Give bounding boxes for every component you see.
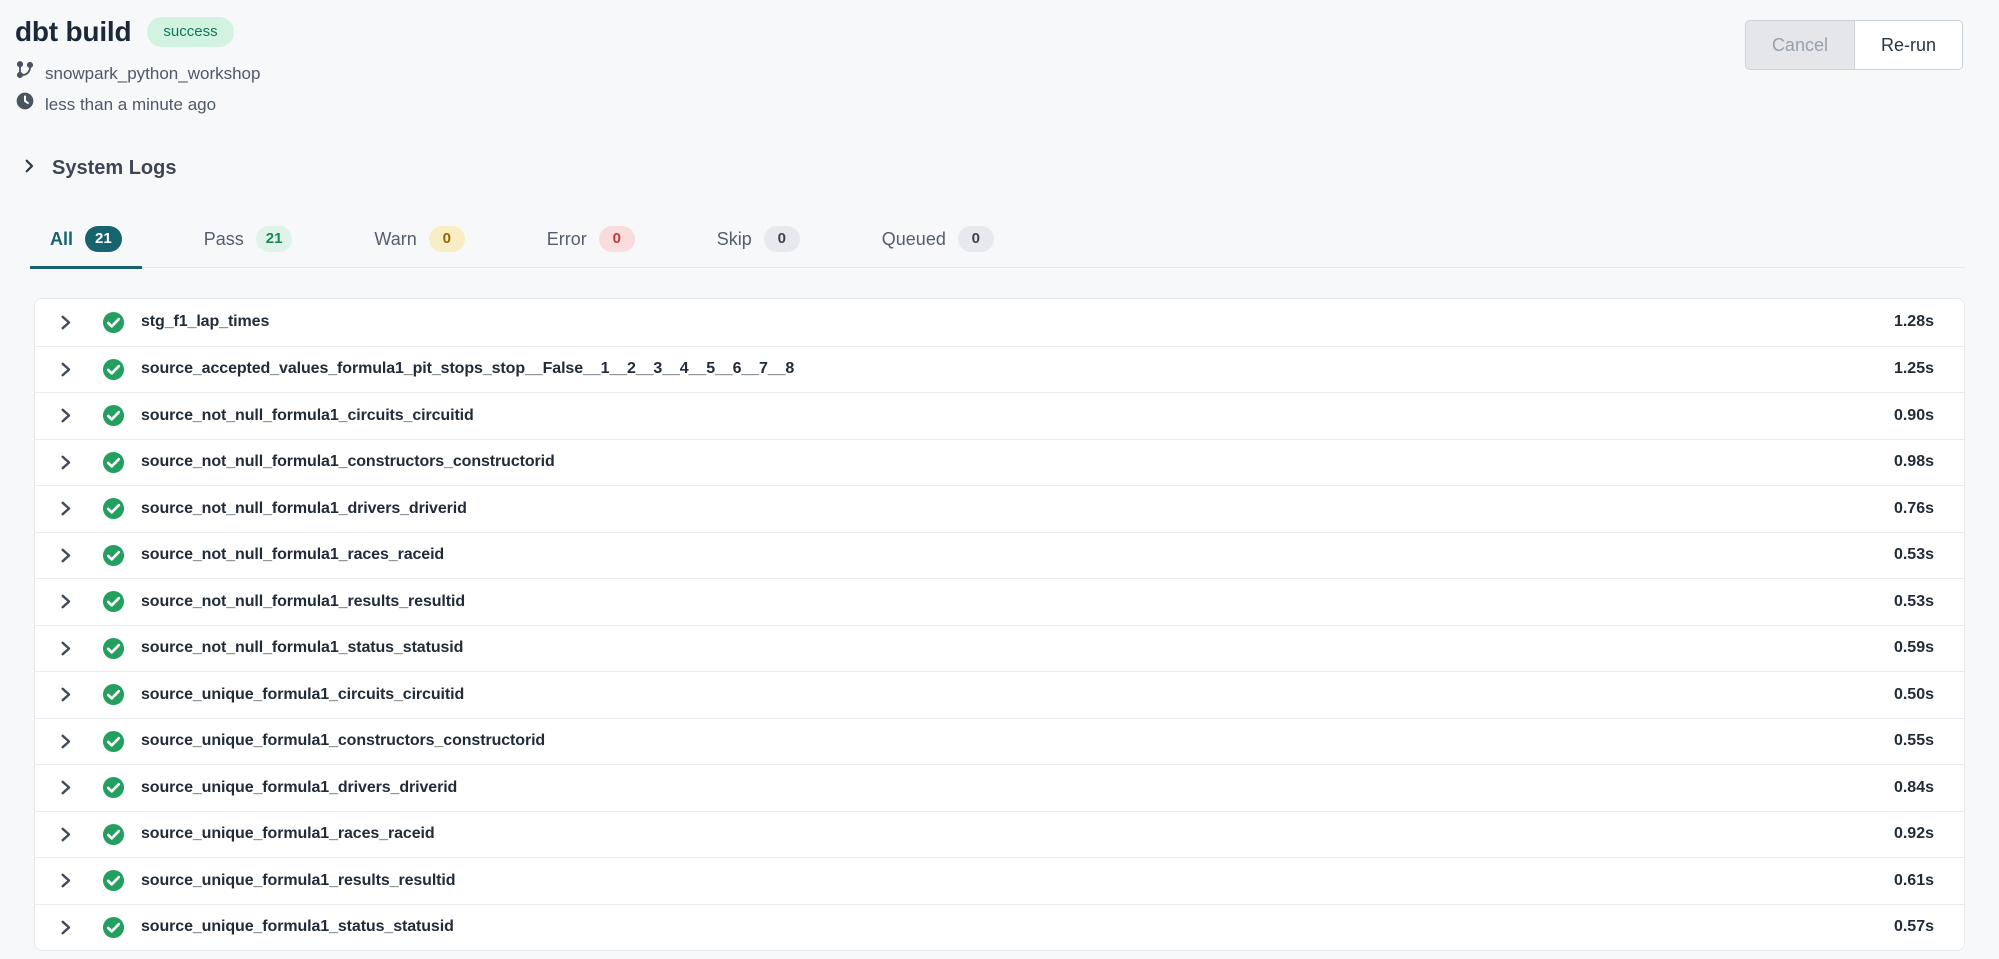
chevron-right-icon[interactable] [57, 872, 74, 889]
tab-count-badge: 0 [599, 226, 635, 252]
result-name: source_not_null_formula1_constructors_co… [141, 453, 1894, 471]
result-row[interactable]: source_not_null_formula1_results_resulti… [35, 578, 1964, 625]
result-name: source_not_null_formula1_drivers_driveri… [141, 500, 1894, 518]
check-circle-icon [102, 916, 125, 939]
result-duration: 0.55s [1894, 732, 1934, 750]
check-circle-icon [102, 451, 125, 474]
status-filter-tabs: All 21 Pass 21 Warn 0 Error 0 Skip 0 Que… [30, 214, 1965, 268]
check-circle-icon [102, 311, 125, 334]
check-circle-icon [102, 776, 125, 799]
result-name: source_not_null_formula1_circuits_circui… [141, 407, 1894, 425]
chevron-right-icon[interactable] [57, 733, 74, 750]
tab-count-badge: 21 [256, 226, 293, 252]
check-circle-icon [102, 497, 125, 520]
tab-all[interactable]: All 21 [30, 214, 142, 269]
result-name: source_accepted_values_formula1_pit_stop… [141, 360, 1894, 378]
chevron-right-icon[interactable] [57, 686, 74, 703]
check-circle-icon [102, 404, 125, 427]
result-duration: 0.53s [1894, 593, 1934, 611]
result-row[interactable]: source_not_null_formula1_constructors_co… [35, 439, 1964, 486]
result-name: source_not_null_formula1_results_resulti… [141, 593, 1894, 611]
tab-count-badge: 0 [764, 226, 800, 252]
chevron-right-icon[interactable] [57, 407, 74, 424]
run-header: dbt build success snowpark_python_worksh… [0, 0, 1999, 117]
chevron-right-icon[interactable] [57, 779, 74, 796]
result-row[interactable]: source_unique_formula1_results_resultid … [35, 857, 1964, 904]
chevron-right-icon[interactable] [57, 314, 74, 331]
result-duration: 0.76s [1894, 500, 1934, 518]
run-actions: Cancel Re-run [1745, 20, 1963, 70]
result-row[interactable]: source_unique_formula1_races_raceid 0.92… [35, 811, 1964, 858]
clock-icon [15, 91, 35, 117]
time-ago: less than a minute ago [45, 93, 216, 116]
check-circle-icon [102, 683, 125, 706]
check-circle-icon [102, 869, 125, 892]
check-circle-icon [102, 637, 125, 660]
tab-skip[interactable]: Skip 0 [697, 214, 820, 269]
tab-count-badge: 0 [429, 226, 465, 252]
result-duration: 0.53s [1894, 546, 1934, 564]
result-duration: 0.61s [1894, 872, 1934, 890]
results-list: stg_f1_lap_times 1.28s source_accepted_v… [34, 298, 1965, 951]
result-row[interactable]: source_not_null_formula1_races_raceid 0.… [35, 532, 1964, 579]
system-logs-toggle[interactable]: System Logs [20, 157, 1999, 180]
tab-queued[interactable]: Queued 0 [862, 214, 1014, 269]
result-name: source_unique_formula1_status_statusid [141, 918, 1894, 936]
chevron-right-icon[interactable] [57, 826, 74, 843]
rerun-button[interactable]: Re-run [1855, 21, 1962, 69]
result-row[interactable]: source_accepted_values_formula1_pit_stop… [35, 346, 1964, 393]
tab-error[interactable]: Error 0 [527, 214, 655, 269]
chevron-right-icon[interactable] [57, 640, 74, 657]
result-duration: 0.57s [1894, 918, 1934, 936]
page-title: dbt build [15, 16, 131, 48]
chevron-right-icon[interactable] [57, 361, 74, 378]
result-name: source_not_null_formula1_status_statusid [141, 639, 1894, 657]
result-row[interactable]: source_unique_formula1_circuits_circuiti… [35, 671, 1964, 718]
result-name: source_unique_formula1_races_raceid [141, 825, 1894, 843]
chevron-right-icon [20, 157, 38, 180]
status-badge: success [147, 17, 233, 47]
branch-name: snowpark_python_workshop [45, 62, 260, 85]
time-row: less than a minute ago [15, 91, 1963, 117]
result-name: source_not_null_formula1_races_raceid [141, 546, 1894, 564]
chevron-right-icon[interactable] [57, 919, 74, 936]
branch-row: snowpark_python_workshop [15, 60, 1963, 86]
system-logs-label: System Logs [52, 157, 176, 180]
result-duration: 1.28s [1894, 313, 1934, 331]
tab-count-badge: 21 [85, 226, 122, 252]
result-row[interactable]: stg_f1_lap_times 1.28s [35, 299, 1964, 346]
result-duration: 1.25s [1894, 360, 1934, 378]
result-name: source_unique_formula1_results_resultid [141, 872, 1894, 890]
check-circle-icon [102, 358, 125, 381]
result-name: source_unique_formula1_constructors_cons… [141, 732, 1894, 750]
tab-pass[interactable]: Pass 21 [184, 214, 313, 269]
result-row[interactable]: source_unique_formula1_drivers_driverid … [35, 764, 1964, 811]
result-name: source_unique_formula1_drivers_driverid [141, 779, 1894, 797]
result-row[interactable]: source_unique_formula1_status_statusid 0… [35, 904, 1964, 951]
result-duration: 0.84s [1894, 779, 1934, 797]
result-duration: 0.59s [1894, 639, 1934, 657]
result-row[interactable]: source_not_null_formula1_status_statusid… [35, 625, 1964, 672]
result-name: stg_f1_lap_times [141, 313, 1894, 331]
check-circle-icon [102, 590, 125, 613]
result-row[interactable]: source_not_null_formula1_circuits_circui… [35, 392, 1964, 439]
check-circle-icon [102, 823, 125, 846]
result-duration: 0.50s [1894, 686, 1934, 704]
result-duration: 0.92s [1894, 825, 1934, 843]
cancel-button[interactable]: Cancel [1746, 21, 1855, 69]
git-branch-icon [15, 60, 35, 86]
tab-warn[interactable]: Warn 0 [354, 214, 484, 269]
check-circle-icon [102, 544, 125, 567]
check-circle-icon [102, 730, 125, 753]
tab-count-badge: 0 [958, 226, 994, 252]
chevron-right-icon[interactable] [57, 454, 74, 471]
result-row[interactable]: source_not_null_formula1_drivers_driveri… [35, 485, 1964, 532]
chevron-right-icon[interactable] [57, 547, 74, 564]
result-row[interactable]: source_unique_formula1_constructors_cons… [35, 718, 1964, 765]
chevron-right-icon[interactable] [57, 500, 74, 517]
chevron-right-icon[interactable] [57, 593, 74, 610]
result-duration: 0.90s [1894, 407, 1934, 425]
result-name: source_unique_formula1_circuits_circuiti… [141, 686, 1894, 704]
result-duration: 0.98s [1894, 453, 1934, 471]
